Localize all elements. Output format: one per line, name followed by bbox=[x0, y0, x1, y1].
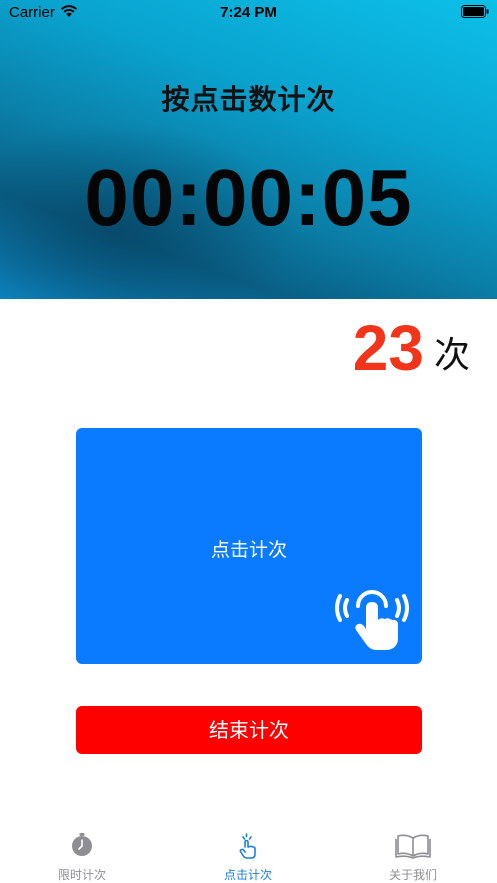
stopwatch-icon bbox=[72, 833, 92, 856]
tap-count-button[interactable]: 点击计次 bbox=[76, 428, 422, 664]
tab-label-about: 关于我们 bbox=[388, 868, 437, 882]
book-icon bbox=[395, 834, 431, 859]
status-bar: Carrier 7:24 PM bbox=[0, 0, 497, 26]
end-count-button[interactable]: 结束计次 bbox=[76, 706, 422, 754]
tab-tap-count[interactable]: 点击计次 bbox=[188, 815, 308, 883]
tab-label-tap: 点击计次 bbox=[223, 868, 272, 882]
battery-icon bbox=[461, 5, 489, 18]
tab-timed-count[interactable]: 限时计次 bbox=[22, 815, 142, 883]
tap-icon bbox=[239, 833, 256, 859]
screen: Carrier 7:24 PM 按点击数计次 00:00:05 23 次 点击计… bbox=[0, 0, 497, 883]
tab-about-us[interactable]: 关于我们 bbox=[353, 815, 473, 883]
page-title: 按点击数计次 bbox=[161, 83, 336, 116]
header-banner bbox=[0, 0, 497, 299]
tab-label-timed: 限时计次 bbox=[57, 868, 106, 882]
tab-bar: 限时计次 点击计次 关于我们 bbox=[0, 815, 497, 883]
timer-display: 00:00:05 bbox=[84, 153, 413, 242]
status-time: 7:24 PM bbox=[220, 4, 277, 21]
tap-button-label: 点击计次 bbox=[210, 539, 287, 561]
tap-hand-icon bbox=[335, 590, 409, 650]
count-value: 23 bbox=[352, 312, 424, 384]
count-display: 23 次 bbox=[353, 312, 470, 384]
count-unit: 次 bbox=[433, 335, 470, 376]
